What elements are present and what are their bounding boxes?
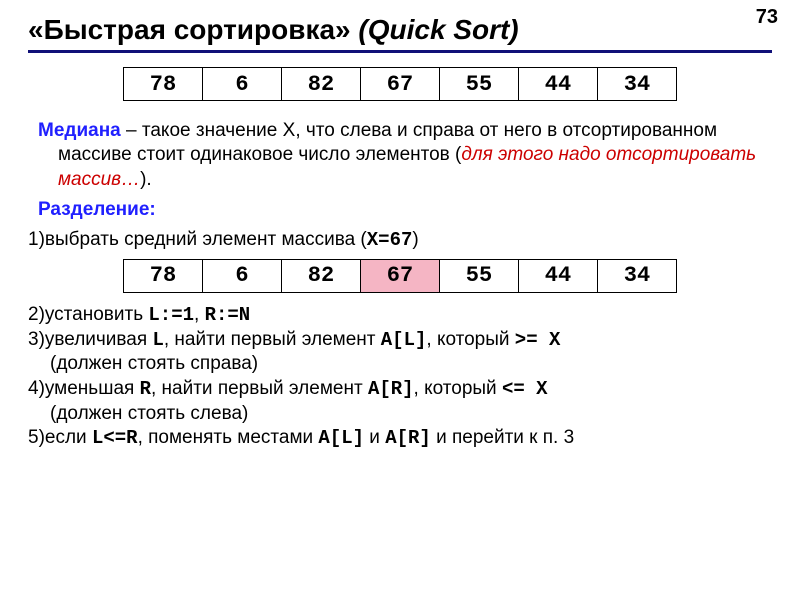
step-3: 3)увеличивая L, найти первый элемент A[L… bbox=[28, 328, 772, 377]
step-5: 5)если L<=R, поменять местами A[L] и A[R… bbox=[28, 426, 772, 451]
median-term: Медиана bbox=[38, 120, 121, 141]
array2-cell: 78 bbox=[124, 259, 203, 292]
step5-text-a: 5)если bbox=[28, 427, 92, 448]
array-table-2: 78 6 82 67 55 44 34 bbox=[123, 259, 677, 293]
step-1: 1)выбрать средний элемент массива (X=67) bbox=[28, 228, 772, 253]
title-main: «Быстрая сортировка» bbox=[28, 14, 351, 45]
step4-mono-1: R bbox=[140, 378, 151, 400]
array1-cell: 44 bbox=[519, 68, 598, 101]
step2-mono-2: R:=N bbox=[205, 304, 251, 326]
array2-cell: 44 bbox=[519, 259, 598, 292]
array2-cell: 34 bbox=[598, 259, 677, 292]
step4-mono-2: A[R] bbox=[368, 378, 414, 400]
step4-text-a: 4)уменьшая bbox=[28, 378, 140, 399]
step1-mono: X=67 bbox=[367, 229, 413, 251]
step2-text-b: , bbox=[194, 304, 205, 325]
title-sub: (Quick Sort) bbox=[358, 14, 518, 45]
step3-text-b: , найти первый элемент bbox=[164, 329, 381, 350]
page-number: 73 bbox=[756, 6, 778, 29]
step2-mono-1: L:=1 bbox=[148, 304, 194, 326]
step1-text-b: ) bbox=[412, 229, 418, 250]
step3-text-a: 3)увеличивая bbox=[28, 329, 152, 350]
array2-cell: 55 bbox=[440, 259, 519, 292]
median-close: ). bbox=[140, 169, 152, 190]
title-divider bbox=[28, 50, 772, 53]
step5-mono-3: A[R] bbox=[385, 427, 431, 449]
array-table-1: 78 6 82 67 55 44 34 bbox=[123, 67, 677, 101]
split-heading: Разделение: bbox=[38, 198, 772, 222]
array1-cell: 82 bbox=[282, 68, 361, 101]
step5-text-c: и bbox=[364, 427, 385, 448]
step-4: 4)уменьшая R, найти первый элемент A[R],… bbox=[28, 377, 772, 426]
step3-text-c: , который bbox=[426, 329, 514, 350]
array1-cell: 34 bbox=[598, 68, 677, 101]
array1-cell: 67 bbox=[361, 68, 440, 101]
step3-mono-3: >= X bbox=[515, 329, 561, 351]
step5-text-d: и перейти к п. 3 bbox=[431, 427, 574, 448]
steps-list: 1)выбрать средний элемент массива (X=67)… bbox=[28, 228, 772, 451]
array2-cell: 82 bbox=[282, 259, 361, 292]
median-paragraph: Медиана – такое значение X, что слева и … bbox=[58, 119, 772, 192]
step4-text-b: , найти первый элемент bbox=[151, 378, 368, 399]
step4-mono-3: <= X bbox=[502, 378, 548, 400]
step5-mono-2: A[L] bbox=[318, 427, 364, 449]
step4-text-d: (должен стоять слева) bbox=[28, 402, 772, 427]
step2-text-a: 2)установить bbox=[28, 304, 148, 325]
array2-cell: 6 bbox=[203, 259, 282, 292]
step3-mono-1: L bbox=[152, 329, 163, 351]
array1-cell: 6 bbox=[203, 68, 282, 101]
step3-text-d: (должен стоять справа) bbox=[28, 352, 772, 377]
step5-text-b: , поменять местами bbox=[138, 427, 319, 448]
step1-text-a: 1)выбрать средний элемент массива ( bbox=[28, 229, 367, 250]
step5-mono-1: L<=R bbox=[92, 427, 138, 449]
array1-cell: 55 bbox=[440, 68, 519, 101]
step-2: 2)установить L:=1, R:=N bbox=[28, 303, 772, 328]
slide: 73 «Быстрая сортировка» (Quick Sort) 78 … bbox=[0, 0, 800, 461]
slide-title: «Быстрая сортировка» (Quick Sort) bbox=[28, 14, 772, 46]
split-label: Разделение: bbox=[38, 199, 156, 220]
step3-mono-2: A[L] bbox=[381, 329, 427, 351]
array2-pivot-cell: 67 bbox=[361, 259, 440, 292]
step4-text-c: , который bbox=[414, 378, 502, 399]
array1-cell: 78 bbox=[124, 68, 203, 101]
